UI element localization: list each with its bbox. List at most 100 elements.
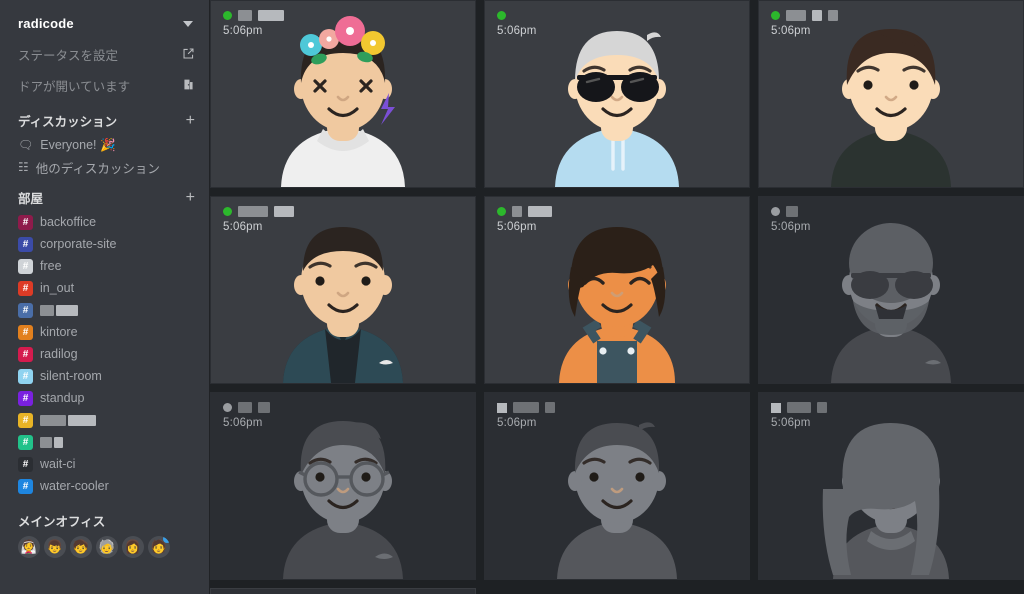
redaction-block [513,402,539,413]
sidebar-item-room[interactable]: # silent-room [0,365,209,387]
sidebar-item-room[interactable]: # wait-ci [0,453,209,475]
tile-timestamp: 5:06pm [497,25,537,37]
hash-icon: # [18,390,33,406]
avatar-illustration [283,421,403,579]
sidebar-item-room[interactable]: # backoffice [0,211,209,233]
grey-square-icon [771,402,781,413]
room-name-label: silent-room [40,369,102,383]
door-status-row[interactable]: ドアが開いています [0,70,209,101]
redaction-block [68,414,96,426]
sidebar-item-everyone[interactable]: 🗨 Everyone! 🎉 [0,134,209,156]
hash-icon: # [18,434,33,450]
video-tile[interactable]: 5:06pm [210,0,476,188]
tile-meta: 5:06pm [223,206,294,233]
rooms-section-title: 部屋 [18,192,44,206]
avatar[interactable]: 🧑 [148,536,170,558]
sidebar-item-room[interactable]: # in_out [0,277,209,299]
video-tile[interactable]: 5:06pm [758,196,1024,384]
sidebar-item-other-discussions[interactable]: ☷ 他のディスカッション [0,156,209,178]
edit-square-icon[interactable] [182,47,195,62]
workspace-header[interactable]: radicode [0,10,209,39]
chevron-down-icon[interactable] [183,20,193,27]
video-tile[interactable]: 5:06pm [484,392,750,580]
office-avatar-list: 👰 👦 🧒 🧓 👩 🧑 [0,536,209,558]
redaction-block [787,402,811,413]
redaction-block [56,304,78,316]
avatar[interactable]: 👦 [44,536,66,558]
redaction-block [828,10,838,21]
avatar-illustration [559,227,675,383]
workspace-name: radicode [18,16,74,31]
plus-icon-discussion[interactable]: + [186,112,195,128]
set-status-row[interactable]: ステータスを設定 [0,39,209,70]
room-name-redacted [40,436,63,448]
tile-timestamp: 5:06pm [771,417,811,429]
sidebar-item-room[interactable]: # kintore [0,321,209,343]
tile-timestamp: 5:06pm [223,25,263,37]
grey-dot-icon [223,403,232,412]
room-name-label: standup [40,391,85,405]
redaction-block [812,10,822,21]
video-tile[interactable]: 5:06pm [210,196,476,384]
redaction-block [258,402,270,413]
avatar-illustration [822,423,949,579]
sidebar-item-room[interactable]: # radilog [0,343,209,365]
room-name-redacted [40,414,96,426]
sidebar-item-room[interactable]: # [0,409,209,431]
sidebar-item-room[interactable]: # water-cooler [0,475,209,497]
sidebar-item-label: Everyone! 🎉 [40,137,116,152]
avatar[interactable]: 🧓 [96,536,118,558]
green-dot-icon [223,11,232,20]
grey-dot-icon [771,207,780,216]
tile-timestamp: 5:06pm [497,417,537,429]
room-name-label: wait-ci [40,457,76,471]
redaction-block [258,10,284,21]
hash-icon: # [18,478,33,494]
room-name-label: backoffice [40,215,97,229]
redaction-block [274,206,294,217]
room-name-label: free [40,259,62,273]
hash-icon: # [18,214,33,230]
tile-meta: 5:06pm [497,402,555,429]
avatar[interactable]: 🧒 [70,536,92,558]
avatar[interactable]: 👰 [18,536,40,558]
room-name-label: radilog [40,347,78,361]
hash-icon: # [18,258,33,274]
video-tile[interactable]: 5:06pm [758,392,1024,580]
video-tile[interactable]: 5:06pm [484,0,750,188]
sidebar-item-room[interactable]: # corporate-site [0,233,209,255]
tile-status-line [497,402,555,413]
tile-timestamp: 5:06pm [497,221,537,233]
hash-icon: # [18,346,33,362]
tile-timestamp: 5:06pm [771,25,811,37]
sidebar-item-room[interactable]: # [0,299,209,321]
video-tile[interactable]: 5:06pm [758,0,1024,188]
tile-meta: 5:06pm [223,402,270,429]
door-open-icon[interactable] [182,78,195,93]
hash-icon: # [18,456,33,472]
grey-square-icon [497,402,507,413]
green-dot-icon [223,207,232,216]
video-tile[interactable]: 5:06pm [210,392,476,580]
sidebar-item-room[interactable]: # free [0,255,209,277]
hash-icon: # [18,280,33,296]
green-dot-icon [771,11,780,20]
tile-meta: 5:06pm [771,402,827,429]
plus-icon-rooms[interactable]: + [186,189,195,205]
invite-teammates-tile[interactable]: チームメイトを紹介する [210,588,476,594]
avatar-illustration [831,223,951,383]
avatar-illustration [555,31,679,187]
app-root: radicode ステータスを設定 ドアが開いています ディスカッション + 🗨… [0,0,1024,594]
avatar[interactable]: 👩 [122,536,144,558]
redaction-block [40,304,54,316]
redaction-block [512,206,522,217]
redaction-block [817,402,827,413]
set-status-label: ステータスを設定 [18,49,119,63]
video-tile[interactable]: 5:06pm [484,196,750,384]
sidebar: radicode ステータスを設定 ドアが開いています ディスカッション + 🗨… [0,0,210,594]
sidebar-item-room[interactable]: # [0,431,209,453]
room-name-label: in_out [40,281,75,295]
status-badge [163,536,170,543]
sidebar-item-room[interactable]: # standup [0,387,209,409]
hash-icon: # [18,302,33,318]
